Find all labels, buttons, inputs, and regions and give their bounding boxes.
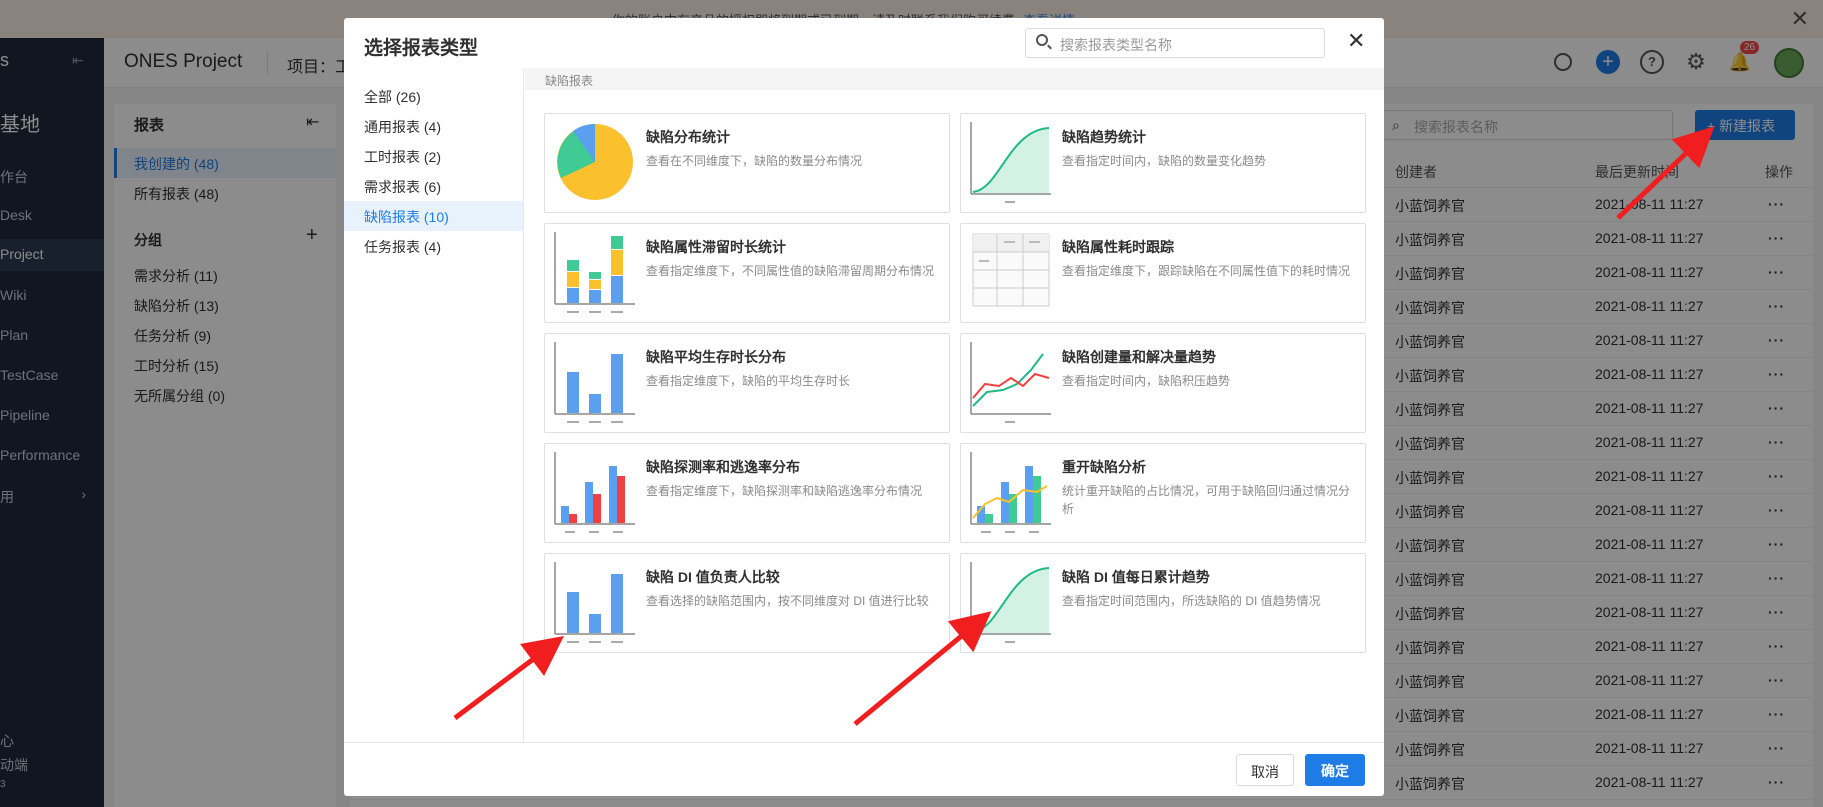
bar-chart-icon — [554, 562, 635, 643]
report-card-di-owner-compare[interactable]: 缺陷 DI 值负责人比较 查看选择的缺陷范围内，按不同维度对 DI 值进行比较 — [544, 553, 950, 653]
report-card-defect-distribution[interactable]: 缺陷分布统计 查看在不同维度下，缺陷的数量分布情况 — [544, 113, 950, 213]
dual-line-icon — [970, 342, 1051, 423]
card-description: 查看在不同维度下，缺陷的数量分布情况 — [646, 154, 863, 168]
cancel-button[interactable]: 取消 — [1236, 754, 1294, 786]
report-type-search-input[interactable]: 搜索报表类型名称 — [1025, 28, 1325, 58]
category-requirement[interactable]: 需求报表 (6) — [344, 171, 523, 201]
card-title: 重开缺陷分析 — [1062, 459, 1146, 475]
card-description: 查看指定维度下，缺陷探测率和缺陷逃逸率分布情况 — [646, 484, 923, 498]
report-card-reopened-defects[interactable]: 重开缺陷分析 统计重开缺陷的占比情况，可用于缺陷回归通过情况分析 — [960, 443, 1366, 543]
report-card-defect-create-resolve[interactable]: 缺陷创建量和解决量趋势 查看指定时间内，缺陷积压趋势 — [960, 333, 1366, 433]
card-title: 缺陷趋势统计 — [1062, 129, 1146, 145]
stacked-bar-icon — [554, 232, 635, 313]
report-type-dialog: 选择报表类型 搜索报表类型名称 ✕ 全部 (26) 通用报表 (4) 工时报表 … — [344, 18, 1384, 796]
dialog-title: 选择报表类型 — [364, 38, 479, 59]
card-title: 缺陷探测率和逃逸率分布 — [646, 459, 800, 475]
card-title: 缺陷 DI 值负责人比较 — [646, 569, 780, 585]
dialog-footer: 取消 确定 — [344, 742, 1384, 796]
combo-chart-icon — [970, 452, 1051, 533]
area-trend-icon — [970, 122, 1051, 203]
report-card-di-daily-trend[interactable]: 缺陷 DI 值每日累计趋势 查看指定时间范围内，所选缺陷的 DI 值趋势情况 — [960, 553, 1366, 653]
card-description: 查看指定时间范围内，所选缺陷的 DI 值趋势情况 — [1062, 594, 1321, 608]
card-description: 查看指定维度下，不同属性值的缺陷滞留周期分布情况 — [646, 264, 935, 278]
card-description: 查看指定时间内，缺陷积压趋势 — [1062, 374, 1231, 388]
category-defect[interactable]: 缺陷报表 (10) — [344, 201, 523, 231]
category-list: 全部 (26) 通用报表 (4) 工时报表 (2) 需求报表 (6) 缺陷报表 … — [344, 68, 524, 742]
search-icon — [1036, 34, 1048, 46]
area-trend-icon — [970, 562, 1051, 643]
report-card-defect-detection-escape[interactable]: 缺陷探测率和逃逸率分布 查看指定维度下，缺陷探测率和缺陷逃逸率分布情况 — [544, 443, 950, 543]
card-description: 查看指定维度下，跟踪缺陷在不同属性值下的耗时情况 — [1062, 264, 1351, 278]
bar-chart-icon — [554, 342, 635, 423]
section-header: 缺陷报表 — [525, 68, 1384, 90]
card-title: 缺陷属性滞留时长统计 — [646, 239, 786, 255]
card-title: 缺陷分布统计 — [646, 129, 730, 145]
category-worktime[interactable]: 工时报表 (2) — [344, 141, 523, 171]
category-task[interactable]: 任务报表 (4) — [344, 231, 523, 261]
grouped-bar-icon — [554, 452, 635, 533]
card-title: 缺陷创建量和解决量趋势 — [1062, 349, 1216, 365]
category-general[interactable]: 通用报表 (4) — [344, 111, 523, 141]
report-card-defect-time-tracking[interactable]: 缺陷属性耗时跟踪 查看指定维度下，跟踪缺陷在不同属性值下的耗时情况 — [960, 223, 1366, 323]
table-icon — [972, 233, 1050, 307]
card-description: 查看指定维度下，缺陷的平均生存时长 — [646, 374, 851, 388]
card-title: 缺陷属性耗时跟踪 — [1062, 239, 1174, 255]
category-all[interactable]: 全部 (26) — [344, 81, 523, 111]
report-card-defect-avg-lifetime[interactable]: 缺陷平均生存时长分布 查看指定维度下，缺陷的平均生存时长 — [544, 333, 950, 433]
card-description: 查看选择的缺陷范围内，按不同维度对 DI 值进行比较 — [646, 594, 929, 608]
card-title: 缺陷平均生存时长分布 — [646, 349, 786, 365]
card-description: 查看指定时间内，缺陷的数量变化趋势 — [1062, 154, 1267, 168]
close-icon[interactable]: ✕ — [1347, 30, 1365, 52]
card-title: 缺陷 DI 值每日累计趋势 — [1062, 569, 1210, 585]
confirm-button[interactable]: 确定 — [1305, 754, 1365, 786]
report-card-defect-stay-duration[interactable]: 缺陷属性滞留时长统计 查看指定维度下，不同属性值的缺陷滞留周期分布情况 — [544, 223, 950, 323]
report-card-defect-trend[interactable]: 缺陷趋势统计 查看指定时间内，缺陷的数量变化趋势 — [960, 113, 1366, 213]
pie-chart-icon — [557, 123, 633, 200]
card-description: 统计重开缺陷的占比情况，可用于缺陷回归通过情况分析 — [1062, 484, 1351, 516]
report-type-search-placeholder: 搜索报表类型名称 — [1060, 37, 1172, 53]
